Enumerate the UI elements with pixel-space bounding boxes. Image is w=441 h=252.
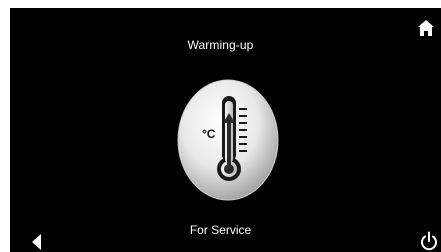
home-button[interactable] bbox=[416, 18, 436, 38]
temperature-unit-label: °C bbox=[202, 127, 216, 141]
back-arrow-icon bbox=[32, 234, 41, 250]
device-screen: Warming-up °C For Service bbox=[0, 0, 441, 252]
home-icon bbox=[418, 20, 434, 36]
display-panel: Warming-up °C For Service bbox=[10, 8, 441, 252]
power-icon bbox=[421, 231, 437, 251]
status-title: Warming-up bbox=[187, 38, 254, 52]
service-label[interactable]: For Service bbox=[10, 223, 431, 237]
thermometer-icon bbox=[177, 79, 279, 201]
power-button[interactable] bbox=[418, 230, 440, 252]
back-button[interactable] bbox=[29, 232, 45, 252]
thermometer-dial: °C bbox=[177, 79, 279, 201]
